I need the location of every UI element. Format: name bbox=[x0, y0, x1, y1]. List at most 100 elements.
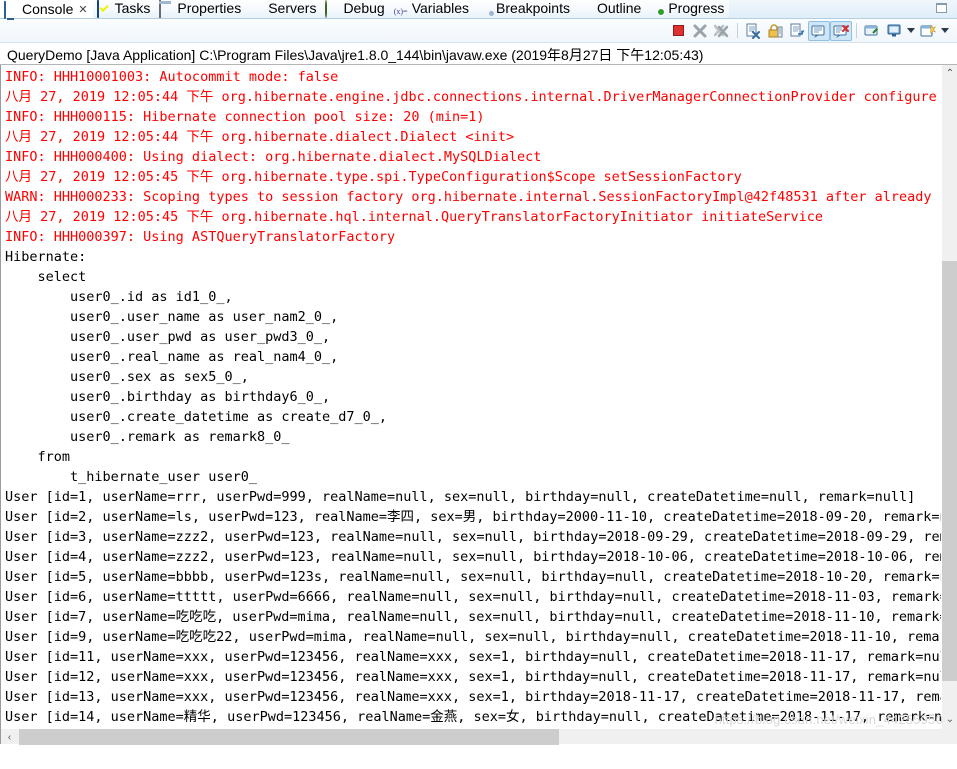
tab-console[interactable]: Console ✕ bbox=[0, 0, 93, 19]
display-console-icon bbox=[887, 24, 901, 36]
clear-console-button[interactable] bbox=[742, 21, 764, 41]
console-line: user0_.sex as sex5_0_, bbox=[5, 369, 249, 385]
console-line: user0_.real_name as real_nam4_0_, bbox=[5, 349, 339, 365]
remove-all-terminated-button[interactable] bbox=[711, 21, 733, 41]
console-line: User [id=9, userName=吃吃吃22, userPwd=mima… bbox=[5, 629, 941, 645]
word-wrap-button[interactable] bbox=[786, 21, 808, 41]
view-tab-bar: Console ✕ Tasks Properties Servers Debug… bbox=[0, 0, 957, 19]
console-icon bbox=[4, 0, 19, 19]
console-line: User [id=6, userName=ttttt, userPwd=6666… bbox=[5, 589, 941, 605]
tab-outline[interactable]: Outline bbox=[575, 0, 646, 18]
console-line: User [id=5, userName=bbbb, userPwd=123s,… bbox=[5, 569, 941, 585]
clear-console-icon bbox=[746, 23, 760, 39]
console-line: t_hibernate_user user0_ bbox=[5, 469, 257, 485]
scrollbar-corner bbox=[941, 728, 957, 744]
minimize-view-button[interactable] bbox=[936, 3, 947, 13]
scroll-down-arrow-icon[interactable]: ⌄ bbox=[942, 711, 957, 728]
vertical-scrollbar-thumb[interactable] bbox=[942, 261, 957, 681]
tab-debug-label: Debug bbox=[343, 0, 385, 16]
console-line: user0_.remark as remark8_0_ bbox=[5, 429, 290, 445]
console-line: 八月 27, 2019 12:05:44 下午 org.hibernate.en… bbox=[5, 89, 937, 105]
toolbar-separator-2 bbox=[856, 23, 857, 38]
console-line: INFO: HHH000400: Using dialect: org.hibe… bbox=[5, 149, 542, 165]
servers-icon bbox=[250, 1, 265, 16]
tasks-icon bbox=[96, 0, 112, 18]
console-line: User [id=14, userName=精华, userPwd=123456… bbox=[5, 709, 941, 725]
tab-progress[interactable]: Progress bbox=[646, 0, 729, 18]
console-line: user0_.birthday as birthday6_0_, bbox=[5, 389, 331, 405]
console-line: user0_.user_pwd as user_pwd3_0_, bbox=[5, 329, 331, 345]
close-icon[interactable]: ✕ bbox=[78, 3, 87, 16]
remove-all-x-icon bbox=[714, 24, 729, 37]
terminate-button[interactable] bbox=[667, 21, 689, 41]
console-line: user0_.id as id1_0_, bbox=[5, 289, 233, 305]
tab-debug[interactable]: Debug bbox=[321, 0, 389, 18]
scroll-lock-button[interactable] bbox=[764, 21, 786, 41]
open-console-dropdown[interactable] bbox=[939, 21, 951, 41]
tab-console-label: Console bbox=[22, 0, 74, 17]
stop-square-icon bbox=[672, 25, 684, 36]
console-line: 八月 27, 2019 12:05:45 下午 org.hibernate.hq… bbox=[5, 209, 824, 225]
tab-outline-label: Outline bbox=[596, 0, 642, 16]
tab-bar-filler bbox=[729, 0, 957, 18]
chevron-down-icon bbox=[907, 28, 915, 33]
properties-icon bbox=[159, 0, 174, 18]
console-line: User [id=7, userName=吃吃吃, userPwd=mima, … bbox=[5, 609, 941, 625]
word-wrap-icon bbox=[790, 23, 805, 36]
tab-breakpoints-label: Breakpoints bbox=[496, 0, 570, 16]
horizontal-scrollbar[interactable]: ‹ › bbox=[1, 728, 950, 745]
tab-properties[interactable]: Properties bbox=[155, 0, 246, 18]
remove-launch-button[interactable] bbox=[689, 21, 711, 41]
variables-icon: (x)= bbox=[393, 7, 408, 16]
launch-configuration-title: QueryDemo [Java Application] C:\Program … bbox=[0, 43, 957, 65]
lock-icon bbox=[768, 23, 783, 37]
console-line: User [id=4, userName=zzz2, userPwd=123, … bbox=[5, 549, 941, 565]
new-console-icon bbox=[920, 23, 936, 36]
display-selected-console-dropdown[interactable] bbox=[905, 21, 917, 41]
console-line: from bbox=[5, 449, 71, 465]
outline-icon bbox=[579, 1, 594, 16]
console-line: Hibernate: bbox=[5, 249, 95, 265]
pin-console-button[interactable] bbox=[861, 21, 883, 41]
console-body: INFO: HHH10001003: Autocommit mode: fals… bbox=[0, 65, 957, 745]
tab-variables[interactable]: (x)= Variables bbox=[390, 0, 474, 18]
tab-tasks-label: Tasks bbox=[114, 0, 151, 16]
progress-icon bbox=[650, 1, 665, 16]
console-line: user0_.user_name as user_nam2_0_, bbox=[5, 309, 339, 325]
breakpoints-icon bbox=[478, 1, 493, 16]
console-line: WARN: HHH000233: Scoping types to sessio… bbox=[5, 189, 941, 205]
tab-progress-label: Progress bbox=[668, 0, 725, 16]
console-error-icon bbox=[833, 24, 849, 38]
debug-icon bbox=[325, 0, 340, 18]
console-line: 八月 27, 2019 12:05:44 下午 org.hibernate.di… bbox=[5, 129, 515, 145]
pin-console-icon bbox=[864, 25, 878, 35]
console-line: select bbox=[5, 269, 87, 285]
vertical-scrollbar[interactable]: ⌃ ⌄ bbox=[941, 65, 957, 728]
tab-properties-label: Properties bbox=[177, 0, 242, 16]
show-console-on-output-button[interactable] bbox=[808, 20, 830, 41]
console-line: 八月 27, 2019 12:05:45 下午 org.hibernate.ty… bbox=[5, 169, 742, 185]
tab-breakpoints[interactable]: Breakpoints bbox=[474, 0, 575, 18]
horizontal-scrollbar-thumb[interactable] bbox=[19, 729, 559, 745]
tab-servers[interactable]: Servers bbox=[246, 0, 321, 18]
tab-tasks[interactable]: Tasks bbox=[93, 0, 156, 18]
remove-x-icon bbox=[693, 24, 707, 37]
eclipse-console-view: Console ✕ Tasks Properties Servers Debug… bbox=[0, 0, 957, 769]
tab-servers-label: Servers bbox=[268, 0, 317, 16]
console-output-icon bbox=[811, 25, 825, 38]
chevron-down-icon bbox=[941, 28, 949, 33]
tab-variables-label: Variables bbox=[411, 0, 470, 16]
console-output-text[interactable]: INFO: HHH10001003: Autocommit mode: fals… bbox=[1, 65, 941, 728]
open-console-button[interactable] bbox=[917, 21, 939, 41]
display-selected-console-button[interactable] bbox=[883, 21, 905, 41]
console-line: User [id=11, userName=xxx, userPwd=12345… bbox=[5, 649, 941, 665]
console-line: INFO: HHH000115: Hibernate connection po… bbox=[5, 109, 485, 125]
console-line: User [id=12, userName=xxx, userPwd=12345… bbox=[5, 669, 941, 685]
show-console-on-error-button[interactable] bbox=[830, 20, 852, 41]
toolbar-separator bbox=[737, 23, 738, 38]
console-line: User [id=1, userName=rrr, userPwd=999, r… bbox=[5, 489, 916, 505]
console-line: User [id=3, userName=zzz2, userPwd=123, … bbox=[5, 529, 941, 545]
console-line: User [id=2, userName=ls, userPwd=123, re… bbox=[5, 509, 941, 525]
scroll-up-arrow-icon[interactable]: ⌃ bbox=[942, 65, 957, 82]
scroll-left-arrow-icon[interactable]: ‹ bbox=[1, 729, 18, 745]
